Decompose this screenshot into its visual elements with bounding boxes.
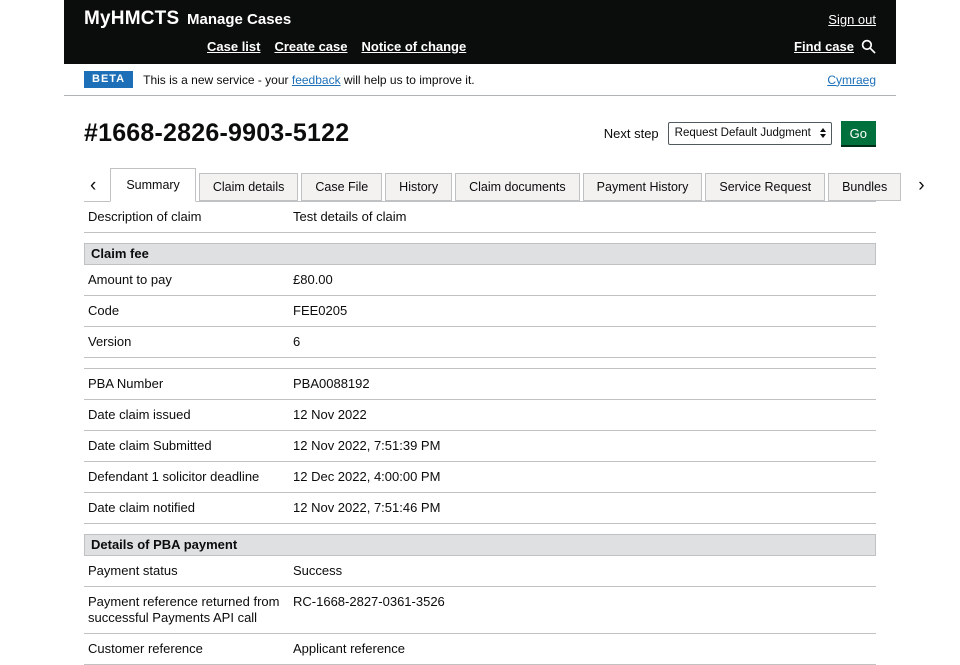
tab-claim-details[interactable]: Claim details (198, 173, 299, 201)
app-title: Manage Cases (187, 11, 292, 28)
section-header-claim-fee: Claim fee (84, 243, 876, 265)
section-header-pba-payment: Details of PBA payment (84, 534, 876, 556)
summary-details: Description of claim Test details of cla… (84, 202, 876, 665)
tab-bundles[interactable]: Bundles (828, 173, 902, 201)
detail-row: PBA Number PBA0088192 (84, 369, 876, 400)
case-view: #1668-2826-9903-5122 Next step Request D… (64, 96, 925, 665)
detail-group-pba-payment: Details of PBA payment Payment status Su… (84, 534, 876, 665)
detail-label: Date claim issued (88, 407, 191, 422)
detail-value: Applicant reference (293, 641, 406, 656)
detail-row: Payment status Success (84, 556, 876, 587)
detail-value: Test details of claim (293, 209, 407, 224)
tab-service-request[interactable]: Service Request (705, 173, 826, 201)
tabs-scroll-right-button[interactable]: › (904, 176, 926, 201)
detail-group-claim-fee: Claim fee Amount to pay £80.00 Code FEE0… (84, 243, 876, 358)
detail-value: £80.00 (293, 272, 333, 287)
service-header: MyHMCTS Manage Cases Sign out Case list … (64, 0, 896, 64)
detail-label: Payment reference returned from successf… (88, 594, 280, 625)
detail-value: 12 Nov 2022, 7:51:39 PM (293, 438, 441, 453)
nav-case-list[interactable]: Case list (207, 39, 260, 54)
detail-label: Payment status (88, 563, 178, 578)
tab-summary[interactable]: Summary (110, 168, 196, 202)
chevron-right-icon: › (918, 175, 925, 196)
detail-group-claim-dates: PBA Number PBA0088192 Date claim issued … (84, 368, 876, 524)
detail-group-claim-description: Description of claim Test details of cla… (84, 202, 876, 233)
detail-label: Date claim Submitted (88, 438, 212, 453)
detail-value: 12 Nov 2022 (293, 407, 367, 422)
next-step-select[interactable]: Request Default Judgment (667, 121, 832, 145)
detail-row: Customer reference Applicant reference (84, 634, 876, 665)
go-button[interactable]: Go (840, 121, 876, 145)
detail-value: Success (293, 563, 343, 578)
detail-row: Date claim issued 12 Nov 2022 (84, 400, 876, 431)
detail-value: PBA0088192 (293, 376, 370, 391)
find-case-label: Find case (794, 39, 854, 54)
chevron-left-icon: ‹ (90, 175, 97, 196)
beta-text-after: will help us to improve it. (340, 72, 475, 87)
beta-banner: BETA This is a new service - your feedba… (64, 64, 896, 96)
primary-nav: Case list Create case Notice of change F… (84, 30, 876, 54)
detail-label: Version (88, 334, 132, 349)
feedback-link[interactable]: feedback (292, 73, 341, 87)
tab-case-file[interactable]: Case File (301, 173, 383, 201)
beta-badge: BETA (84, 71, 134, 88)
detail-label: Description of claim (88, 209, 202, 224)
case-number-title: #1668-2826-9903-5122 (84, 119, 350, 147)
tabs-scroll-left-button[interactable]: ‹ (84, 176, 110, 201)
next-step-controls: Next step Request Default Judgment Go (604, 121, 876, 145)
brand-logo: MyHMCTS (84, 8, 180, 29)
detail-row: Amount to pay £80.00 (84, 265, 876, 296)
detail-value: FEE0205 (293, 303, 348, 318)
detail-label: Code (88, 303, 120, 318)
tab-strip: ‹ Summary Claim details Case File Histor… (84, 168, 925, 202)
detail-row: Date claim Submitted 12 Nov 2022, 7:51:3… (84, 431, 876, 462)
detail-row: Defendant 1 solicitor deadline 12 Dec 20… (84, 462, 876, 493)
detail-value: 12 Dec 2022, 4:00:00 PM (293, 469, 441, 484)
page-container: MyHMCTS Manage Cases Sign out Case list … (64, 0, 925, 665)
detail-row: Version 6 (84, 327, 876, 358)
case-header-row: #1668-2826-9903-5122 Next step Request D… (84, 118, 876, 148)
detail-value: 6 (293, 334, 301, 349)
detail-value: 12 Nov 2022, 7:51:46 PM (293, 500, 441, 515)
language-toggle-link[interactable]: Cymraeg (827, 73, 876, 87)
search-icon (861, 39, 876, 54)
detail-label: PBA Number (88, 376, 164, 391)
detail-label: Customer reference (88, 641, 203, 656)
sign-out-link[interactable]: Sign out (828, 12, 876, 27)
detail-label: Defendant 1 solicitor deadline (88, 469, 260, 484)
nav-notice-of-change[interactable]: Notice of change (361, 39, 466, 54)
tab-claim-documents[interactable]: Claim documents (455, 173, 580, 201)
nav-create-case[interactable]: Create case (274, 39, 347, 54)
tab-history[interactable]: History (385, 173, 453, 201)
detail-label: Date claim notified (88, 500, 195, 515)
tab-payment-history[interactable]: Payment History (582, 173, 703, 201)
detail-row: Code FEE0205 (84, 296, 876, 327)
beta-text: This is a new service - your feedback wi… (143, 73, 474, 87)
next-step-label: Next step (603, 125, 659, 141)
detail-row: Payment reference returned from successf… (84, 587, 876, 634)
find-case-link[interactable]: Find case (794, 39, 876, 54)
detail-row: Description of claim Test details of cla… (84, 202, 876, 233)
detail-value: RC-1668-2827-0361-3526 (293, 594, 445, 609)
beta-text-before: This is a new service - your (143, 72, 292, 87)
detail-row: Date claim notified 12 Nov 2022, 7:51:46… (84, 493, 876, 524)
next-step-select-wrap: Request Default Judgment (667, 121, 832, 145)
header-top-row: MyHMCTS Manage Cases Sign out (84, 8, 876, 30)
detail-label: Amount to pay (88, 272, 172, 287)
